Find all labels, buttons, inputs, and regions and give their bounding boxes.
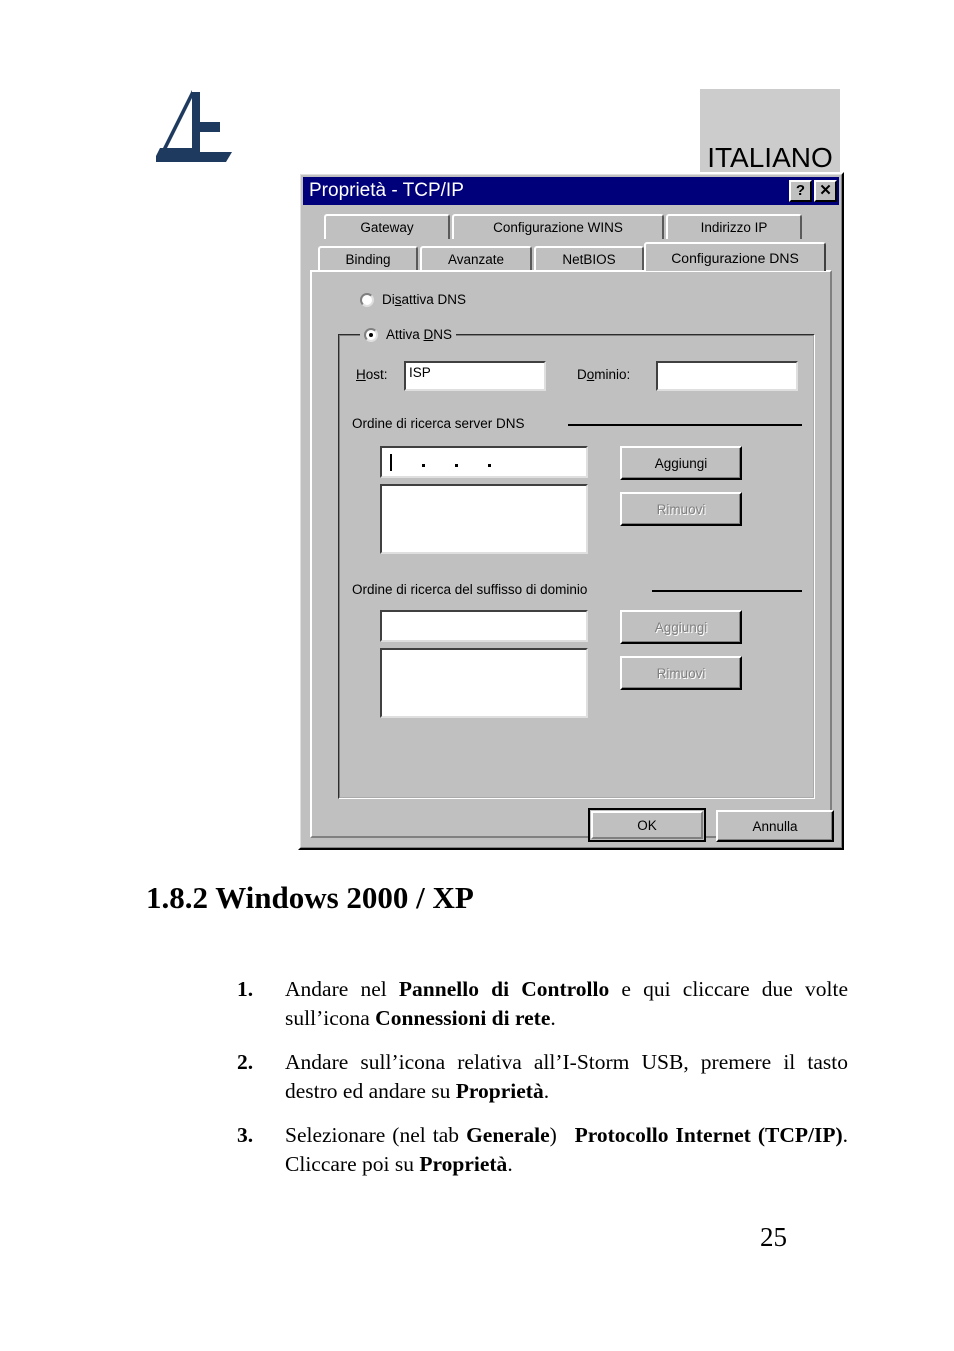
tab-gateway[interactable]: Gateway (324, 214, 450, 239)
tab-avanzate[interactable]: Avanzate (420, 246, 532, 271)
tab-netbios[interactable]: NetBIOS (534, 246, 644, 271)
tab-row-lower: Binding Avanzate NetBIOS Configurazione … (318, 242, 828, 271)
close-icon[interactable]: ✕ (814, 180, 837, 202)
instruction-list: 1. Andare nel Pannello di Controllo e qui… (233, 975, 848, 1195)
radio-disattiva-dns-indicator (360, 292, 374, 307)
body-text: Andare nel (285, 977, 399, 1001)
dns-add-button[interactable]: Aggiungi (620, 446, 742, 480)
radio-disattiva-dns-label: Disattiva DNS (382, 292, 467, 307)
text-caret (390, 453, 392, 471)
suffix-search-rule (652, 590, 802, 592)
dialog-title: Proprietà - TCP/IP (309, 180, 464, 201)
list-item-number: 2. (237, 1050, 254, 1075)
list-item: 3. Selezionare (nel tab Generale) Protoco… (233, 1121, 848, 1178)
emphasis-text: Protocollo Internet (TCP/IP) (574, 1123, 843, 1148)
dns-search-rule (568, 424, 802, 426)
host-label: Host: (356, 367, 388, 382)
ip-dot-3 (488, 464, 491, 467)
list-item-number: 1. (237, 977, 254, 1001)
tab-binding[interactable]: Binding (318, 246, 418, 271)
suffix-list[interactable] (380, 648, 588, 718)
tab-indirizzo-ip[interactable]: Indirizzo IP (666, 214, 802, 239)
body-text: Selezionare (nel tab (285, 1123, 467, 1148)
dns-remove-button[interactable]: Rimuovi (620, 492, 742, 526)
body-text: Andare sull’icona relativa all’I-Storm U… (285, 1050, 848, 1103)
emphasis-text: Proprietà (455, 1078, 544, 1103)
dns-search-section-header: Ordine di ricerca server DNS (352, 416, 802, 436)
suffix-remove-button-label: Rimuovi (656, 665, 706, 681)
language-banner: ITALIANO (700, 89, 840, 174)
suffix-remove-button[interactable]: Rimuovi (620, 656, 742, 690)
emphasis-text: Connessioni di rete (375, 1005, 551, 1030)
body-text: . (507, 1151, 513, 1176)
ip-dot-1 (422, 464, 425, 467)
emphasis-text: Proprietà (419, 1151, 508, 1176)
dominio-label: Dominio: (577, 367, 631, 382)
dialog-titlebar[interactable]: Proprietà - TCP/IP ? ✕ (303, 177, 839, 205)
tcpip-properties-dialog: Proprietà - TCP/IP ? ✕ Gateway Configura… (298, 172, 844, 850)
host-input[interactable]: ISP (404, 361, 546, 391)
page-number: 25 (760, 1222, 787, 1252)
radio-disattiva-dns[interactable]: Disattiva DNS (360, 292, 466, 307)
tab-row-upper: Gateway Configurazione WINS Indirizzo IP (324, 214, 804, 239)
dominio-input[interactable] (656, 361, 798, 391)
suffix-search-title: Ordine di ricerca del suffisso di domini… (352, 582, 594, 597)
body-text: . (550, 1005, 556, 1030)
suffix-input[interactable] (380, 610, 588, 642)
list-item-number: 3. (237, 1123, 254, 1148)
tab-configurazione-wins[interactable]: Configurazione WINS (452, 214, 664, 239)
list-item: 2. Andare sull’icona relativa all’I-Storm… (233, 1048, 848, 1105)
ok-button-label: OK (637, 817, 657, 833)
ip-entry-visual (382, 448, 586, 476)
language-label: ITALIANO (707, 142, 833, 173)
help-icon[interactable]: ? (789, 180, 812, 202)
tab-configurazione-dns[interactable]: Configurazione DNS (644, 242, 826, 271)
cancel-button-label: Annulla (752, 818, 798, 834)
suffix-search-section-header: Ordine di ricerca del suffisso di domini… (352, 582, 802, 602)
page-heading: 1.8.2 Windows 2000 / XP (146, 880, 474, 915)
list-item: 1. Andare nel Pannello di Controllo e qui… (233, 975, 848, 1032)
attiva-dns-groupbox (338, 334, 815, 799)
dns-remove-button-label: Rimuovi (656, 501, 706, 517)
body-text: . (543, 1078, 550, 1103)
radio-attiva-dns[interactable]: Attiva DNS (360, 327, 457, 342)
atlantis-land-sailboat-logo (156, 90, 232, 162)
dns-server-ip-input[interactable] (380, 446, 588, 478)
titlebar-buttons: ? ✕ (789, 180, 837, 202)
emphasis-text: Pannello di Controllo (398, 977, 610, 1001)
cancel-button[interactable]: Annulla (716, 810, 834, 842)
emphasis-text: Generale (466, 1123, 550, 1148)
suffix-add-button-label: Aggiungi (654, 619, 708, 635)
body-text: ) (549, 1123, 575, 1148)
dialog-client-area: Disattiva DNS Attiva DNS Host: ISP Domin… (310, 270, 834, 842)
radio-attiva-dns-label: Attiva DNS (386, 327, 453, 342)
radio-attiva-dns-indicator (364, 327, 378, 342)
ip-dot-2 (455, 464, 458, 467)
dns-search-title: Ordine di ricerca server DNS (352, 416, 531, 431)
ok-button[interactable]: OK (588, 808, 706, 842)
dns-server-list[interactable] (380, 484, 588, 554)
suffix-add-button[interactable]: Aggiungi (620, 610, 742, 644)
dns-add-button-label: Aggiungi (654, 455, 708, 471)
